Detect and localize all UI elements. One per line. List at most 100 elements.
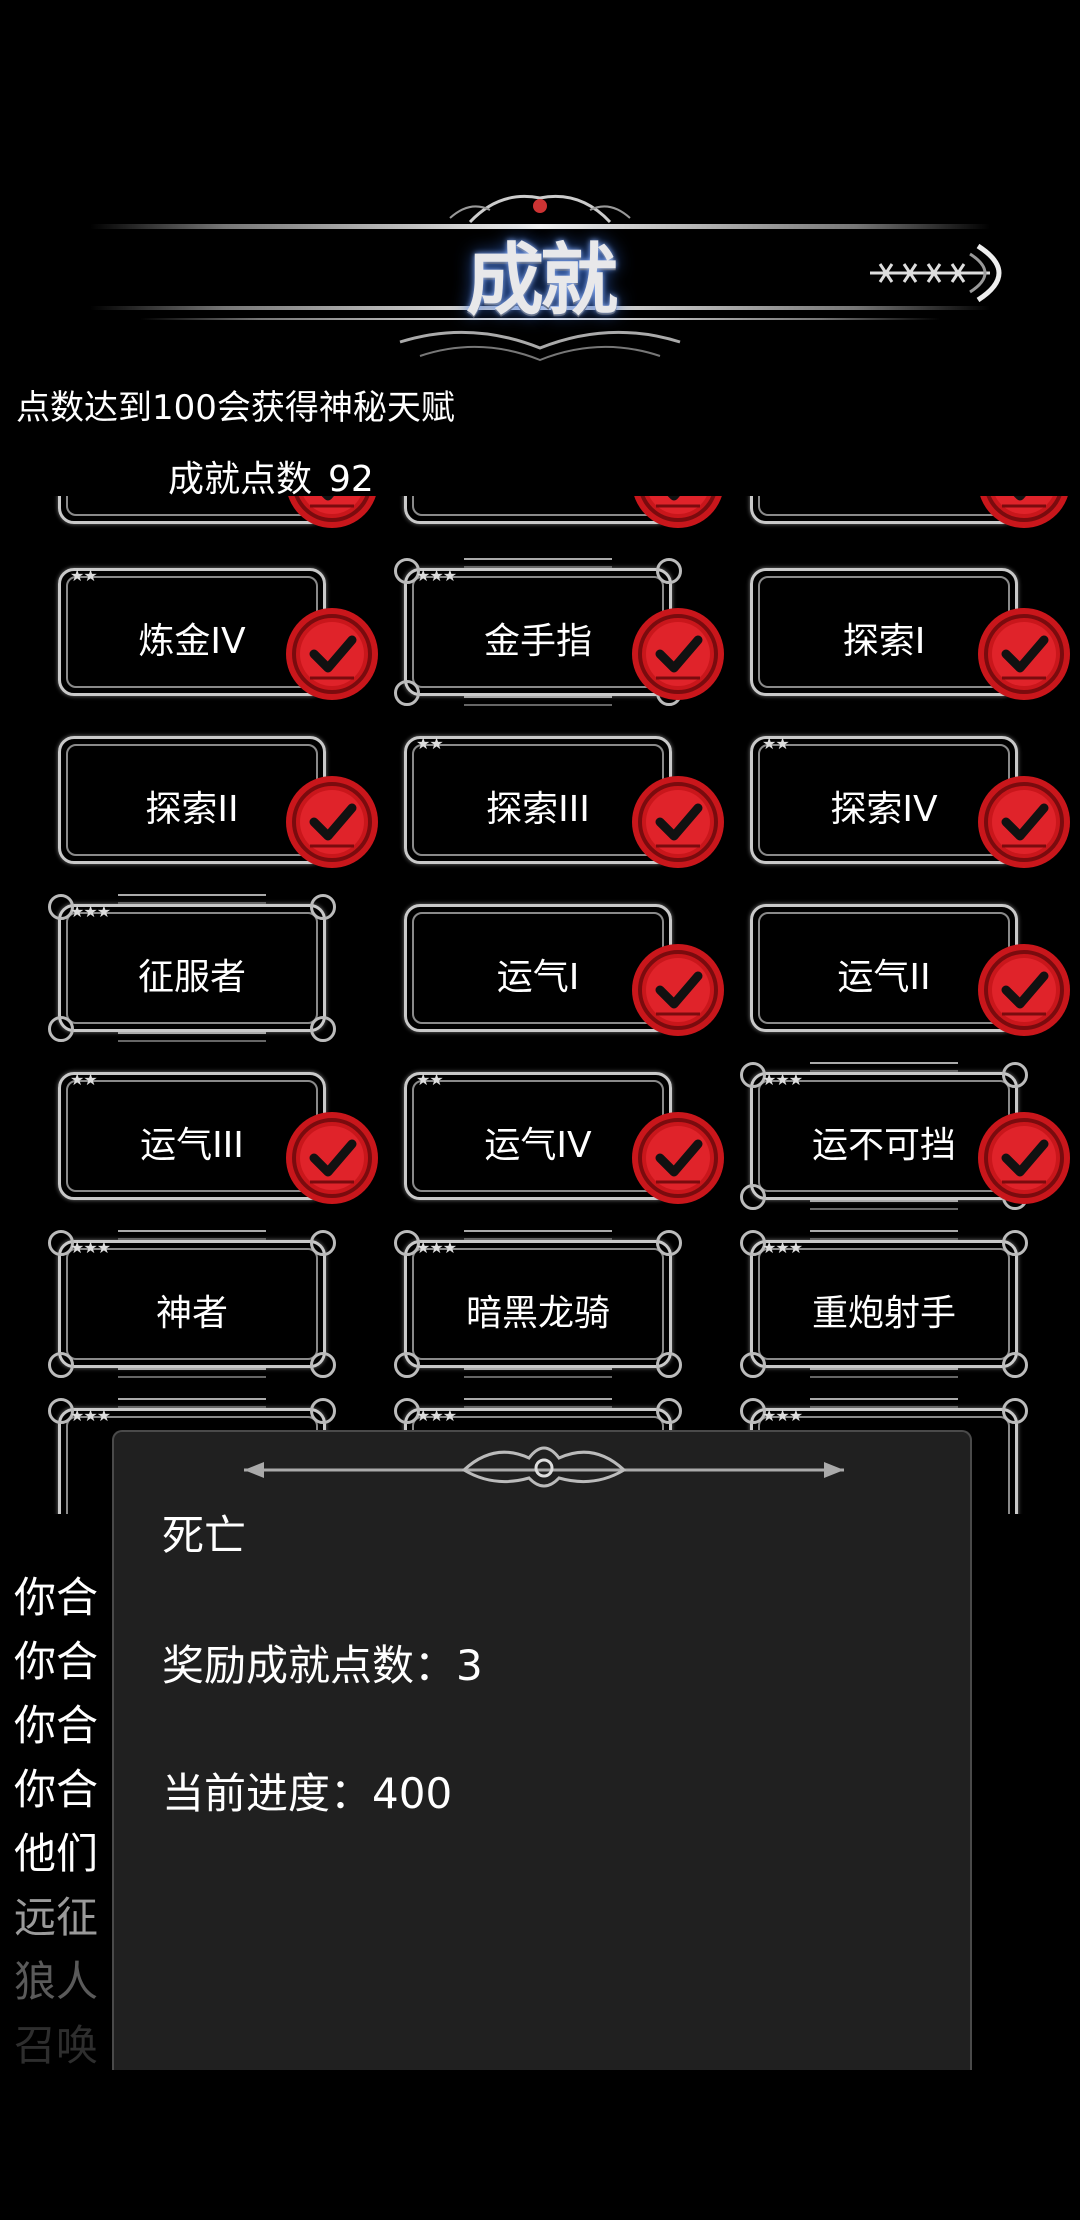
completed-check-icon <box>976 606 1072 702</box>
star-rating-icon: ★★ <box>70 1070 98 1089</box>
corner-ornament-icon <box>1002 1230 1028 1256</box>
log-line: 你合 <box>14 1701 99 1750</box>
completed-check-icon <box>284 774 380 870</box>
star-rating-icon: ★★★ <box>416 566 457 585</box>
achievement-points: 成就点数 92 <box>168 450 390 502</box>
completed-check-icon <box>284 496 380 530</box>
corner-ornament-icon <box>394 680 420 706</box>
star-rating-icon: ★★★ <box>70 1238 111 1257</box>
frame-ornament <box>464 1368 612 1378</box>
achievement-badge[interactable]: 探索II <box>58 736 378 868</box>
dialog-reward: 奖励成就点数：3 <box>162 1641 483 1690</box>
achievement-badge[interactable] <box>750 496 1068 528</box>
badge-inner-frame <box>758 496 1010 516</box>
achievement-badge[interactable] <box>404 496 722 528</box>
achievement-badge[interactable]: ★★ 运气IV <box>404 1070 724 1204</box>
star-rating-icon: ★★★ <box>762 1406 803 1425</box>
star-rating-icon: ★★ <box>70 566 98 585</box>
frame-ornament <box>810 1398 958 1408</box>
frame-ornament <box>118 894 266 904</box>
corner-ornament-icon <box>656 1230 682 1256</box>
frame-ornament <box>464 558 612 568</box>
achievement-name: 征服者 <box>137 957 246 998</box>
dialog-ornament <box>244 1446 844 1488</box>
achievement-grid[interactable]: ★★ 炼金IV ★★★ 金手指 探索I 探索II ★★ 探索III ★★ 探索IV ★★★ 征服者 运气… <box>0 496 1080 1514</box>
achievement-badge[interactable] <box>58 496 376 528</box>
achievement-badge[interactable]: 运气I <box>404 904 724 1036</box>
star-rating-icon: ★★★ <box>416 1406 457 1425</box>
achievement-name: 暗黑龙骑 <box>465 1293 610 1334</box>
star-rating-icon: ★★★ <box>762 1238 803 1257</box>
achievement-detail-dialog: 死亡 奖励成就点数：3 当前进度：400 <box>112 1430 972 2070</box>
frame-ornament <box>810 1230 958 1240</box>
log-line: 召唤 <box>14 2021 99 2070</box>
corner-ornament-icon <box>656 1398 682 1424</box>
frame-ornament <box>118 1032 266 1042</box>
completed-check-icon <box>630 774 726 870</box>
corner-ornament-icon <box>48 1016 74 1042</box>
frame-ornament <box>464 1398 612 1408</box>
achievement-badge[interactable]: ★★ 运气III <box>58 1070 378 1204</box>
frame-ornament <box>118 1398 266 1408</box>
completed-check-icon <box>630 942 726 1038</box>
frame-ornament <box>810 1200 958 1210</box>
star-rating-icon: ★★★ <box>762 1070 803 1089</box>
completed-check-icon <box>630 1110 726 1206</box>
corner-ornament-icon <box>1002 1352 1028 1378</box>
page-title: 成就 <box>465 235 618 326</box>
back-button[interactable] <box>870 238 1020 308</box>
corner-ornament-icon <box>1002 1398 1028 1424</box>
achievement-badge[interactable]: ★★ 探索IV <box>750 734 1070 868</box>
achievement-badge[interactable]: ★★★ 暗黑龙骑 <box>394 1230 682 1378</box>
star-rating-icon: ★★ <box>762 734 790 753</box>
achievement-name: 重炮射手 <box>811 1293 956 1334</box>
corner-ornament-icon <box>394 1352 420 1378</box>
achievement-badge[interactable]: ★★ 探索III <box>404 734 724 868</box>
badge-inner-frame <box>412 496 664 516</box>
star-rating-icon: ★★★ <box>416 1238 457 1257</box>
log-line: 你合 <box>14 1637 99 1686</box>
corner-ornament-icon <box>310 1352 336 1378</box>
dialog-title: 死亡 <box>162 1511 247 1560</box>
badge-inner-frame <box>66 496 318 516</box>
log-line: 你合 <box>14 1765 99 1814</box>
log-line: 远征 <box>14 1893 99 1942</box>
corner-ornament-icon <box>656 558 682 584</box>
corner-ornament-icon <box>1002 1062 1028 1088</box>
log-line: 他们 <box>14 1829 99 1878</box>
corner-ornament-icon <box>48 1352 74 1378</box>
star-rating-icon: ★★ <box>416 734 444 753</box>
achievement-badge[interactable]: ★★★ 金手指 <box>394 558 724 706</box>
dialog-progress: 当前进度：400 <box>162 1769 453 1818</box>
corner-ornament-icon <box>310 1398 336 1424</box>
completed-check-icon <box>284 1110 380 1206</box>
achievement-badge[interactable]: ★★ 炼金IV <box>58 566 378 700</box>
achievement-badge[interactable]: 探索I <box>750 568 1070 700</box>
achievement-badge[interactable]: ★★★ 征服者 <box>48 894 336 1042</box>
completed-check-icon <box>976 496 1072 530</box>
completed-check-icon <box>976 1110 1072 1206</box>
message-log: 你合 你合 你合 你合 他们 远征 狼人 召唤 <box>14 1566 98 2078</box>
points-label: 成就点数 <box>168 459 313 500</box>
corner-ornament-icon <box>310 894 336 920</box>
achievement-name: 神者 <box>155 1293 228 1334</box>
log-line: 你合 <box>14 1573 99 1622</box>
frame-ornament <box>464 1230 612 1240</box>
frame-ornament <box>118 1368 266 1378</box>
achievement-badge[interactable]: ★★★ 神者 <box>48 1230 336 1378</box>
frame-ornament <box>118 1230 266 1240</box>
completed-check-icon <box>976 942 1072 1038</box>
corner-ornament-icon <box>740 1352 766 1378</box>
arrow-right-icon <box>870 243 1002 303</box>
achievement-badge[interactable]: ★★★ 重炮射手 <box>740 1230 1028 1378</box>
completed-check-icon <box>630 606 726 702</box>
completed-check-icon <box>976 774 1072 870</box>
achievement-badge[interactable]: ★★★ 运不可挡 <box>740 1062 1070 1210</box>
corner-ornament-icon <box>656 1352 682 1378</box>
achievement-badge[interactable]: 运气II <box>750 904 1070 1036</box>
frame-ornament <box>810 1062 958 1072</box>
star-rating-icon: ★★ <box>416 1070 444 1089</box>
corner-ornament-icon <box>310 1230 336 1256</box>
frame-ornament <box>810 1368 958 1378</box>
log-line: 狼人 <box>14 1957 99 2006</box>
